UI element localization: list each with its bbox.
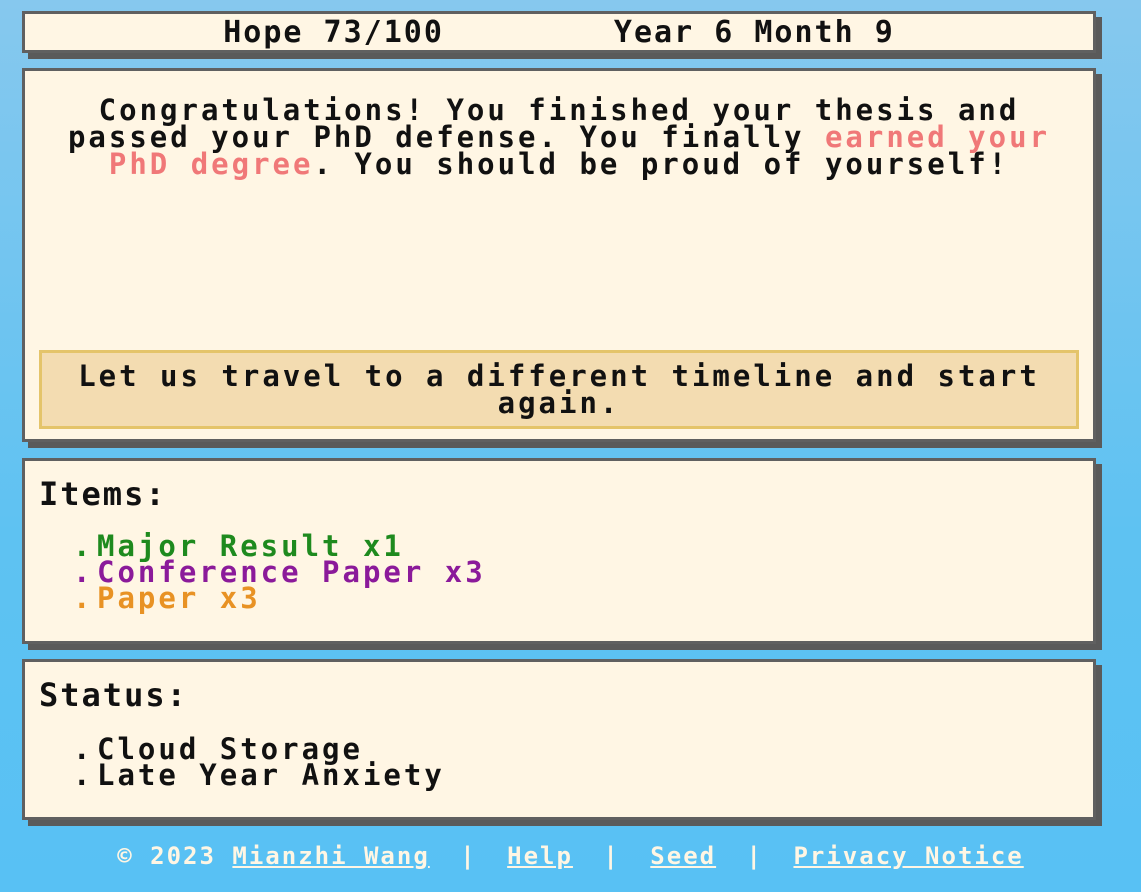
footer: © 2023 Mianzhi Wang | Help | Seed | Priv… [0,842,1141,870]
story-panel: Congratulations! You finished your thesi… [22,68,1096,442]
item-label: Paper x3 [97,581,261,615]
status-title: Status: [39,676,188,714]
story-text: Congratulations! You finished your thesi… [25,96,1093,181]
copyright-text: © 2023 [117,842,216,870]
items-panel: Items: . Major Result x1 . Conference Pape… [22,458,1096,644]
status-label: Late Year Anxiety [97,758,445,792]
footer-separator: | [460,842,477,870]
items-title: Items: [39,475,167,513]
hope-meter: Hope 73/100 [223,14,444,50]
header-bar: Hope 73/100 Year 6 Month 9 [22,11,1096,53]
game-date: Year 6 Month 9 [613,14,895,50]
story-text-after: . You should be proud of yourself! [313,147,1010,181]
status-list: . Cloud Storage . Late Year Anxiety [73,735,445,792]
footer-separator: | [746,842,763,870]
status-bullet: . [73,758,94,792]
restart-choice-label: Let us travel to a different timeline an… [78,358,1040,420]
item-paper: . Paper x3 [73,581,486,615]
status-late-year-anxiety: . Late Year Anxiety [73,758,445,792]
status-panel: Status: . Cloud Storage . Late Year Anxiet… [22,659,1096,820]
author-link[interactable]: Mianzhi Wang [232,842,429,870]
seed-link[interactable]: Seed [650,842,716,870]
items-list: . Major Result x1 . Conference Paper x3 .P… [73,532,486,615]
item-bullet: . [73,581,94,615]
footer-separator: | [603,842,620,870]
restart-choice-button[interactable]: Let us travel to a different timeline an… [39,350,1079,429]
privacy-notice-link[interactable]: Privacy Notice [793,842,1023,870]
help-link[interactable]: Help [507,842,573,870]
